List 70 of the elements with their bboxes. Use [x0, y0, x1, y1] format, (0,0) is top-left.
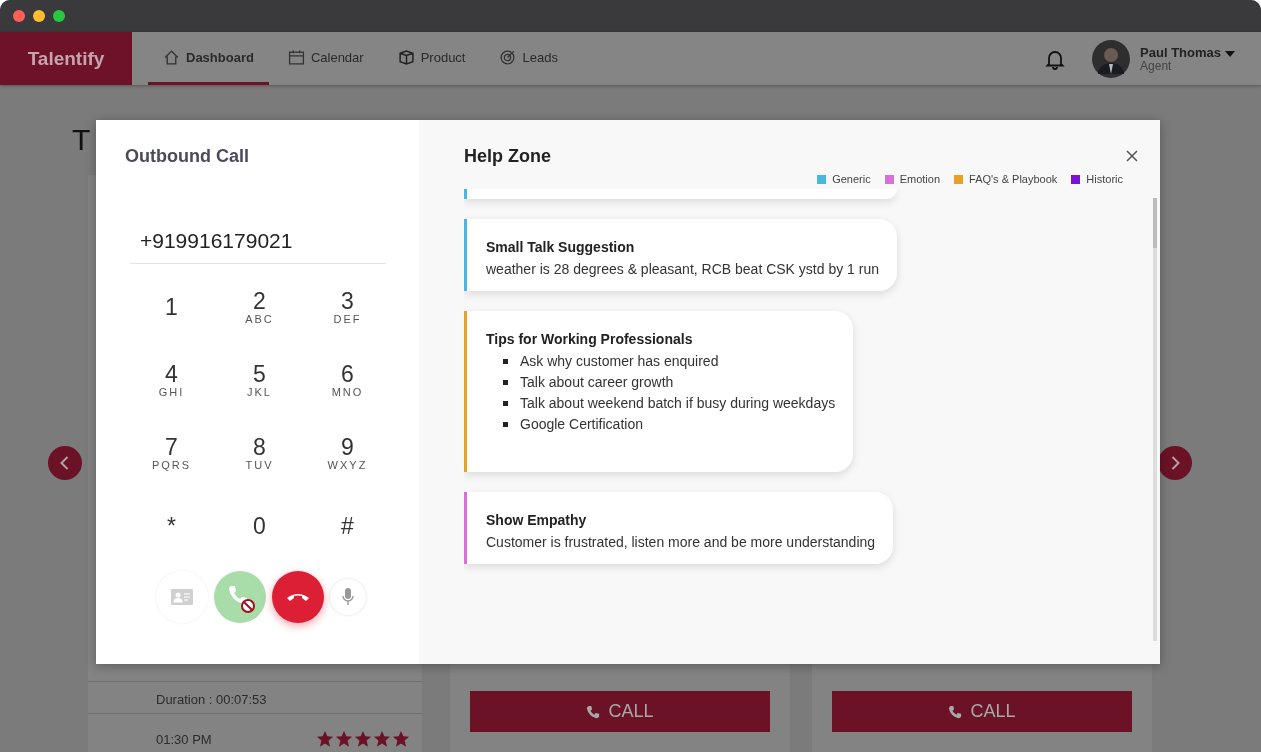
list-item: Ask why customer has enquired	[520, 353, 719, 369]
dial-key[interactable]: 3 DEF	[303, 284, 392, 330]
legend-label: FAQ's & Playbook	[969, 173, 1058, 185]
target-icon	[499, 48, 517, 66]
star-icon	[354, 730, 372, 748]
star-icon	[335, 730, 353, 748]
dial-key[interactable]: 5 JKL	[215, 357, 304, 403]
close-icon[interactable]	[1126, 150, 1138, 162]
caret-icon[interactable]	[1225, 51, 1235, 57]
hang-up-icon	[285, 592, 310, 602]
list-item: Google Certification	[520, 416, 643, 432]
scrollbar-thumb[interactable]	[1153, 198, 1157, 248]
card-text: Customer is frustrated, listen more and be more understanding	[486, 534, 876, 550]
avatar[interactable]	[1092, 39, 1131, 78]
card-title: Small Talk Suggestion	[486, 239, 635, 255]
brand-logo[interactable]: Talentify	[0, 32, 132, 85]
list-item: Talk about weekend batch if busy during weekdays	[520, 395, 836, 411]
dial-key[interactable]: #	[303, 503, 392, 549]
card-title: Show Empathy	[486, 512, 587, 528]
contact-card-icon	[170, 589, 193, 605]
legend-label: Historic	[1086, 173, 1123, 185]
star-icon	[392, 730, 410, 748]
dial-key[interactable]: 9 WXYZ	[303, 430, 392, 476]
close-window-button[interactable]	[13, 10, 25, 22]
nav-tab[interactable]: Leads	[484, 32, 573, 85]
dialog-title: Outbound Call	[125, 146, 249, 167]
legend-label: Emotion	[899, 173, 940, 185]
dial-key[interactable]: 0	[215, 503, 304, 549]
card-text: weather is 28 degrees & pleasant, RCB beat CSK ystd by 1 run	[486, 261, 879, 277]
user-name[interactable]: Paul Thomas	[1140, 45, 1235, 60]
previous-button[interactable]	[48, 446, 82, 480]
legend-label: Generic	[832, 173, 871, 185]
home-icon	[163, 48, 180, 66]
dial-key[interactable]: 2 ABC	[215, 284, 304, 330]
box-icon	[397, 48, 415, 66]
bullet-icon	[503, 379, 508, 385]
call-time: 01:30 PM	[156, 731, 212, 747]
star-icon	[373, 730, 391, 748]
list-item: Talk about career growth	[520, 374, 674, 390]
microphone-icon	[341, 588, 354, 606]
dial-key[interactable]: 4 GHI	[127, 357, 216, 403]
dial-key[interactable]: 1	[127, 284, 216, 330]
bullet-icon	[503, 421, 508, 427]
bullet-icon	[503, 400, 508, 406]
phone-icon	[586, 704, 601, 719]
nav-tab[interactable]: Product	[382, 32, 481, 85]
card-title: Tips for Working Professionals	[486, 331, 693, 347]
nav-tab[interactable]: Calendar	[272, 32, 379, 85]
help-zone-title: Help Zone	[464, 146, 551, 167]
dial-key[interactable]: 7 PQRS	[127, 430, 216, 476]
star-icon	[316, 730, 334, 748]
minimize-window-button[interactable]	[33, 10, 45, 22]
dial-key[interactable]: *	[127, 503, 216, 549]
mute-button[interactable]	[329, 579, 366, 615]
nav-tab[interactable]: Dashboard	[148, 32, 269, 85]
phone-icon	[948, 704, 963, 719]
phone-number-field[interactable]: +919916179021	[130, 229, 386, 264]
call-button[interactable]: CALL	[832, 691, 1132, 732]
dial-key[interactable]: 6 MNO	[303, 357, 392, 403]
dial-key[interactable]: 8 TUV	[215, 430, 304, 476]
page-heading: T	[72, 123, 91, 158]
call-button[interactable]: CALL	[470, 691, 770, 732]
zoom-window-button[interactable]	[53, 10, 65, 22]
calendar-icon	[287, 48, 305, 66]
call-button[interactable]	[213, 571, 266, 623]
call-duration: Duration : 00:07:53	[156, 692, 268, 707]
hang-up-button[interactable]	[271, 571, 324, 623]
user-role: Agent	[1140, 60, 1173, 72]
bullet-icon	[503, 358, 508, 364]
next-button[interactable]	[1158, 446, 1192, 480]
